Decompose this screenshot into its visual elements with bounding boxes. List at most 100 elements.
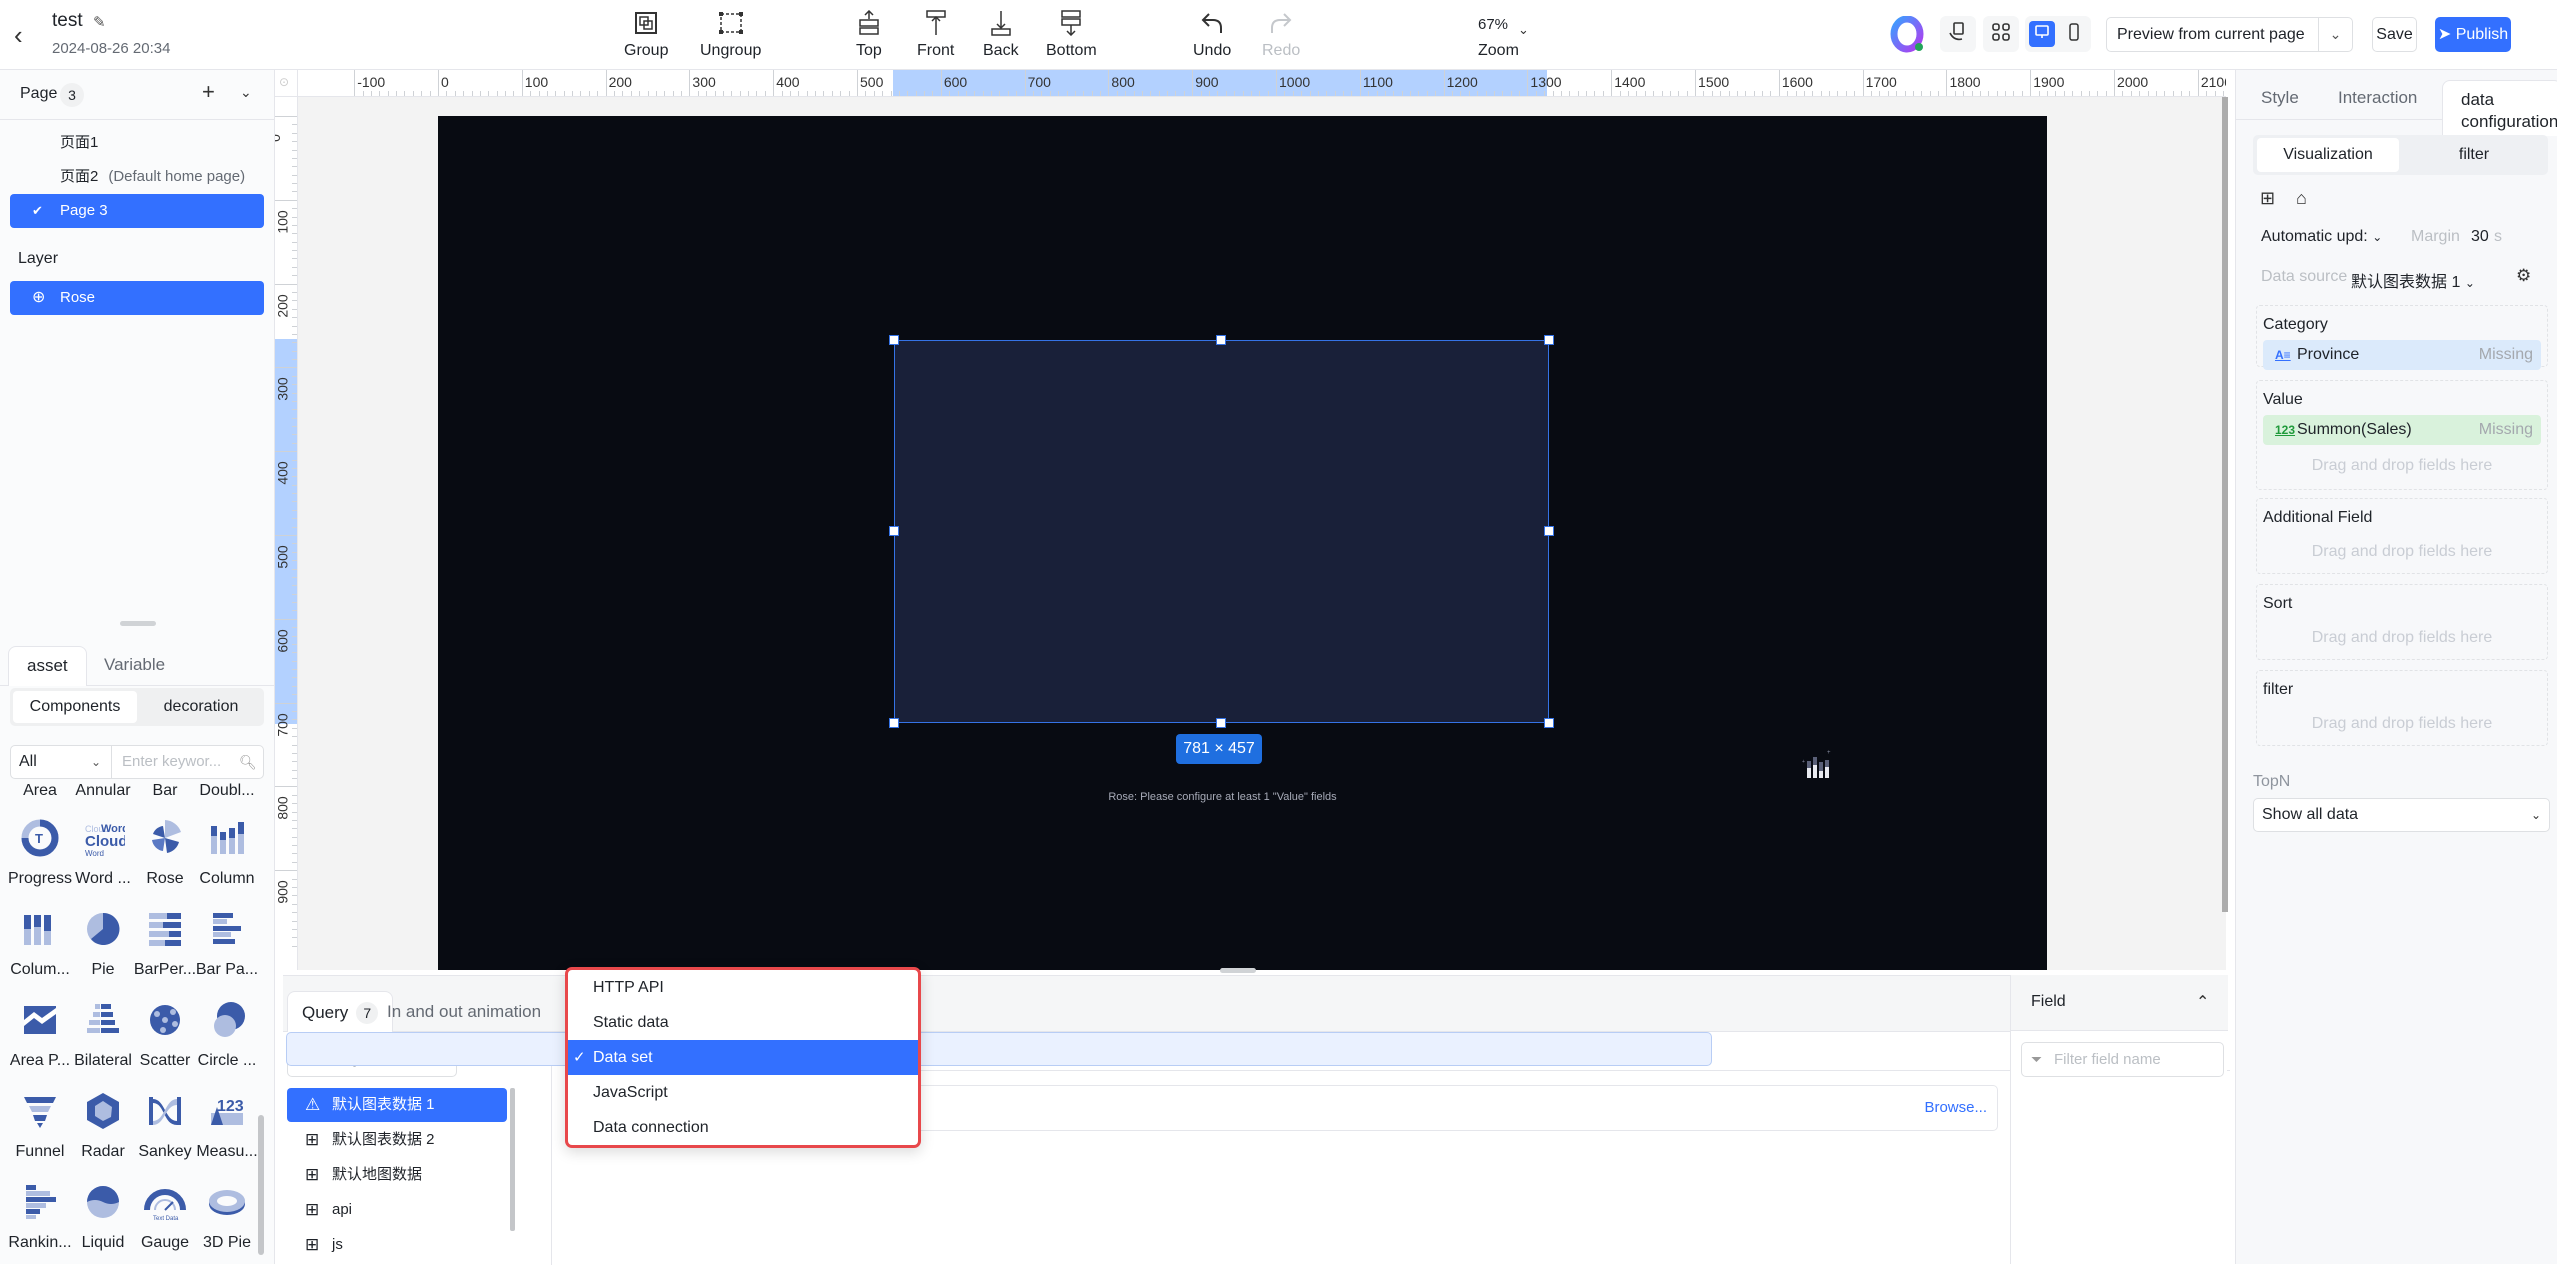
progress-chart-icon[interactable]: T — [8, 813, 72, 863]
edit-title-icon[interactable]: ✎ — [93, 13, 106, 31]
publish-button[interactable]: ➤ Publish — [2435, 17, 2511, 52]
bottom-button[interactable]: Bottom — [1046, 10, 1097, 60]
design-canvas[interactable]: + + Rose: Please configure at least 1 "Va… — [298, 97, 2226, 970]
bottom-panel-resize-handle[interactable] — [1220, 968, 1256, 973]
measure-card-icon[interactable]: 123 — [195, 1086, 259, 1136]
category-drop-zone[interactable]: Category A≡ Province Missing — [2256, 305, 2548, 370]
area-percent-icon[interactable] — [8, 995, 72, 1045]
topn-select[interactable]: Show all data ⌄ — [2253, 798, 2550, 832]
top-button[interactable]: Top — [856, 10, 882, 60]
tab-asset[interactable]: asset — [8, 646, 87, 686]
source-type-select[interactable] — [286, 1032, 1712, 1066]
resize-handle-w[interactable] — [889, 526, 899, 536]
zoom-value[interactable]: 67% — [1478, 16, 1508, 33]
query-item[interactable]: ⊞ 默认地图数据 — [287, 1158, 465, 1192]
auto-update-select[interactable]: Automatic upd: ⌄ — [2261, 228, 2382, 246]
tab-data-configuration[interactable]: data configuration — [2442, 80, 2557, 136]
option-data-set[interactable]: ✓ Data set — [568, 1040, 918, 1075]
option-http-api[interactable]: HTTP API — [568, 970, 918, 1005]
clear-brush-icon[interactable]: ⌂ — [2296, 188, 2307, 209]
collapse-chevron-up-icon[interactable]: ⌃ — [2196, 992, 2209, 1012]
pie-3d-icon[interactable] — [195, 1177, 259, 1227]
browse-link[interactable]: Browse... — [1924, 1086, 1987, 1130]
add-page-button[interactable]: + — [202, 79, 215, 105]
chevron-down-icon[interactable]: ⌄ — [1518, 22, 1529, 38]
funnel-chart-icon[interactable] — [8, 1086, 72, 1136]
canvas-vertical-scrollbar[interactable] — [2222, 97, 2228, 912]
query-item[interactable]: ⊞ 默认图表数据 2 — [287, 1123, 465, 1157]
mobile-view-button[interactable] — [2061, 21, 2087, 47]
word-cloud-icon[interactable]: CloudWordCloudWord — [71, 813, 135, 863]
query-item[interactable]: ⚠ 默认图表数据 1 — [287, 1088, 507, 1122]
radar-chart-icon[interactable] — [71, 1086, 135, 1136]
tab-interaction[interactable]: Interaction — [2338, 88, 2417, 108]
data-source-select[interactable]: 默认图表数据 1 ⌄ — [2351, 268, 2475, 292]
field-chip-province[interactable]: A≡ Province Missing — [2263, 340, 2541, 370]
field-filter-input[interactable]: ⏷ Filter field name — [2021, 1042, 2224, 1077]
group-button[interactable]: Group — [624, 10, 668, 60]
query-list-scrollbar[interactable] — [510, 1088, 515, 1231]
tab-variable[interactable]: Variable — [86, 646, 183, 686]
stacked-column-icon[interactable] — [8, 904, 72, 954]
data-source-settings-icon[interactable]: ⚙ — [2516, 266, 2531, 286]
sankey-chart-icon[interactable] — [133, 1086, 197, 1136]
sort-drop-zone[interactable]: Sort Drag and drop fields here — [2256, 584, 2548, 660]
option-data-connection[interactable]: Data connection — [568, 1110, 918, 1145]
page-item[interactable]: 页面2 (Default home page) — [10, 160, 264, 194]
query-item[interactable]: ⊞ api — [287, 1193, 465, 1227]
additional-field-drop-zone[interactable]: Additional Field Drag and drop fields he… — [2256, 498, 2548, 574]
gauge-chart-icon[interactable]: Text Data — [133, 1177, 197, 1227]
liquid-chart-icon[interactable] — [71, 1177, 135, 1227]
option-static-data[interactable]: Static data — [568, 1005, 918, 1040]
layer-item-rose[interactable]: ⊕ Rose — [10, 281, 264, 315]
resize-handle-nw[interactable] — [889, 335, 899, 345]
resize-handle-sw[interactable] — [889, 718, 899, 728]
collapse-pages-chevron-icon[interactable]: ⌄ — [240, 84, 252, 101]
page-item[interactable]: 页面1 — [10, 126, 264, 160]
front-button[interactable]: Front — [917, 10, 954, 60]
bilateral-chart-icon[interactable] — [71, 995, 135, 1045]
table-view-icon[interactable]: ⊞ — [2260, 188, 2275, 209]
avatar[interactable] — [1890, 15, 1926, 54]
preview-button[interactable]: Preview from current page ⌄ — [2106, 17, 2353, 52]
filter-drop-zone[interactable]: filter Drag and drop fields here — [2256, 670, 2548, 746]
component-search-input[interactable]: Enter keywor... — [122, 746, 221, 778]
segment-components[interactable]: Components — [13, 691, 137, 723]
tab-animation[interactable]: In and out animation — [373, 991, 555, 1032]
rose-chart-component[interactable]: + + Rose: Please configure at least 1 "Va… — [894, 340, 1831, 803]
bar-percent-icon[interactable] — [133, 904, 197, 954]
resize-handle-s[interactable] — [1216, 718, 1226, 728]
resize-handle-e[interactable] — [1544, 526, 1554, 536]
tab-style[interactable]: Style — [2261, 88, 2299, 108]
bar-parallel-icon[interactable] — [195, 904, 259, 954]
redo-button[interactable]: Redo — [1262, 10, 1300, 60]
undo-button[interactable]: Undo — [1193, 10, 1231, 60]
resource-button[interactable] — [1940, 16, 1976, 52]
page-item-active[interactable]: ✔ Page 3 — [10, 194, 264, 228]
circle-packing-icon[interactable] — [195, 995, 259, 1045]
apps-button[interactable] — [1983, 16, 2019, 52]
segment-visualization[interactable]: Visualization — [2257, 138, 2399, 172]
value-drop-zone[interactable]: Value 123 Summon(Sales) Missing Drag and d… — [2256, 380, 2548, 490]
query-item[interactable]: ⊞ js — [287, 1228, 465, 1262]
resize-handle-se[interactable] — [1544, 718, 1554, 728]
pie-chart-icon[interactable] — [71, 904, 135, 954]
ungroup-button[interactable]: Ungroup — [700, 10, 761, 60]
panel-resize-handle[interactable] — [120, 621, 156, 626]
category-select[interactable]: All — [19, 746, 119, 778]
save-button[interactable]: Save — [2372, 17, 2417, 52]
ruler-settings-icon[interactable]: ⊙ — [279, 75, 289, 89]
segment-decoration[interactable]: decoration — [140, 691, 262, 723]
option-javascript[interactable]: JavaScript — [568, 1075, 918, 1110]
ranking-chart-icon[interactable] — [8, 1177, 72, 1227]
resize-handle-ne[interactable] — [1544, 335, 1554, 345]
rose-chart-icon[interactable] — [133, 813, 197, 863]
margin-input[interactable]: 30 — [2471, 228, 2489, 246]
back-button[interactable]: ‹ — [14, 20, 40, 50]
resize-handle-n[interactable] — [1216, 335, 1226, 345]
segment-filter[interactable]: filter — [2403, 138, 2545, 172]
desktop-view-button[interactable] — [2029, 21, 2055, 47]
back-layer-button[interactable]: Back — [983, 10, 1019, 60]
scatter-chart-icon[interactable] — [133, 995, 197, 1045]
field-chip-sales[interactable]: 123 Summon(Sales) Missing — [2263, 415, 2541, 445]
